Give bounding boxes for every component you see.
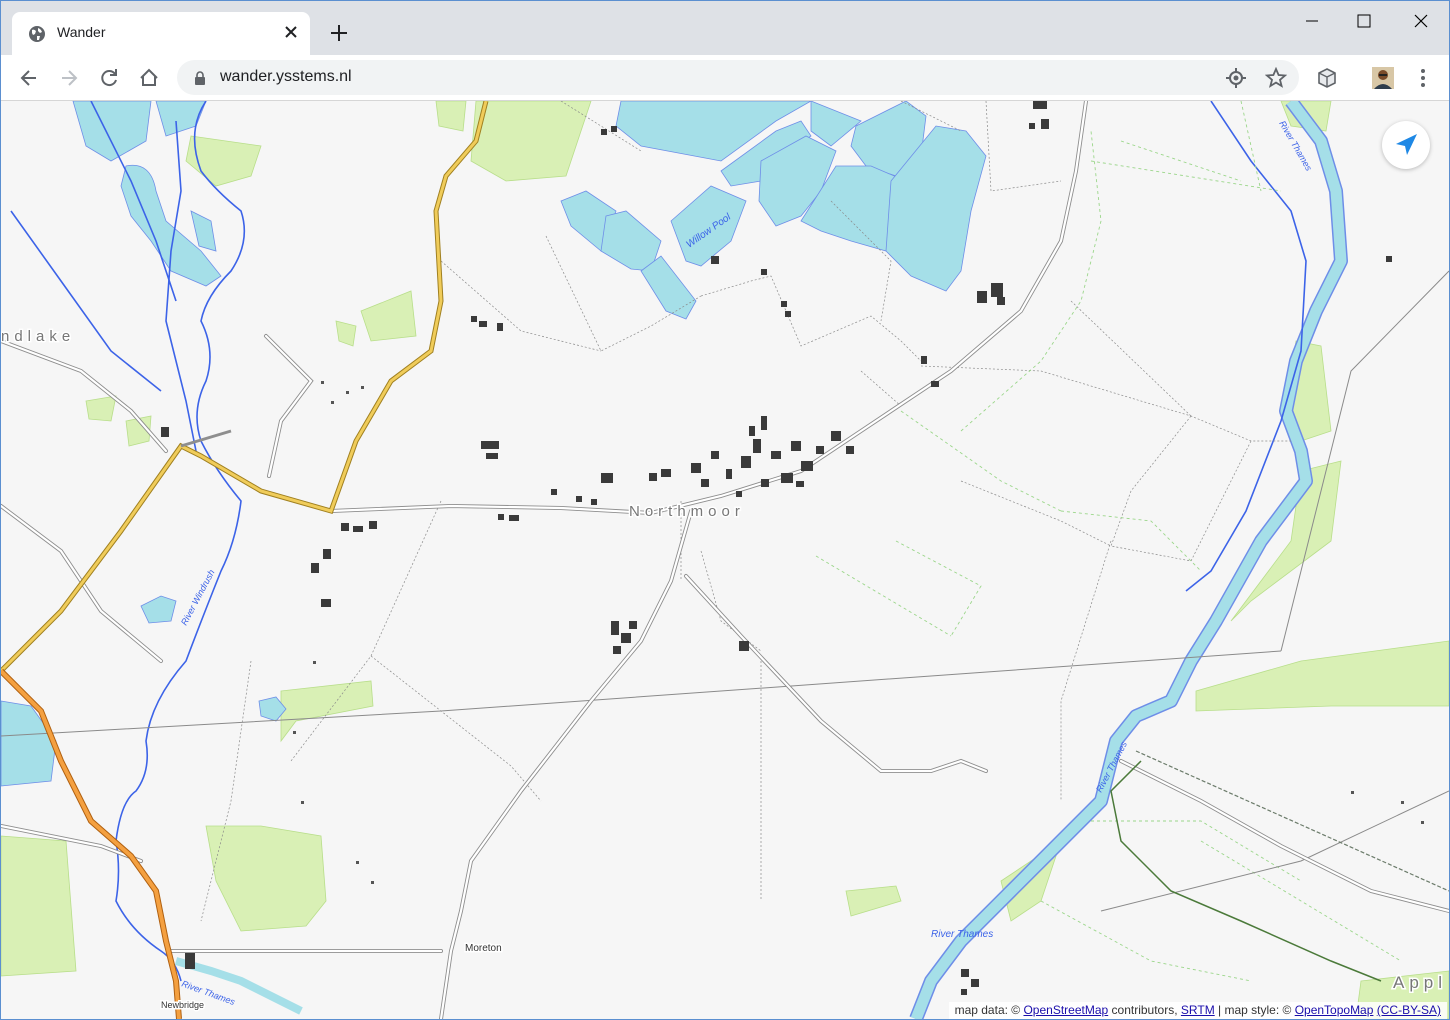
bookmark-star-icon[interactable] xyxy=(1265,67,1287,89)
tab-strip: Wander xyxy=(1,1,1449,55)
attribution-contributors: contributors, xyxy=(1111,1003,1178,1017)
label-northmoor: Northmoor xyxy=(629,503,745,520)
srtm-link[interactable]: SRTM xyxy=(1181,1003,1215,1017)
minimize-icon[interactable] xyxy=(1289,9,1335,35)
label-standlake: ndlake xyxy=(1,328,75,345)
topo-map[interactable]: Northmoor ndlake Moreton Newbridge Appl … xyxy=(1,101,1449,1019)
extension-cube-icon[interactable] xyxy=(1313,64,1341,92)
label-river-thames-bottom: River Thames xyxy=(931,929,993,940)
lock-icon[interactable] xyxy=(193,70,207,86)
locate-me-button[interactable] xyxy=(1382,121,1430,169)
opentopomap-link[interactable]: OpenTopoMap xyxy=(1295,1003,1374,1017)
map-canvas[interactable]: Northmoor ndlake Moreton Newbridge Appl … xyxy=(1,101,1449,1019)
attribution-prefix: map data: © xyxy=(954,1003,1021,1017)
attribution-style: | map style: © xyxy=(1218,1003,1292,1017)
label-newbridge: Newbridge xyxy=(161,1000,204,1010)
back-icon[interactable] xyxy=(15,64,43,92)
label-appleton: Appl xyxy=(1393,973,1447,992)
forward-icon[interactable] xyxy=(55,64,83,92)
tab-title: Wander xyxy=(57,24,106,40)
reload-icon[interactable] xyxy=(95,64,123,92)
openstreetmap-link[interactable]: OpenStreetMap xyxy=(1023,1003,1108,1017)
browser-toolbar: wander.ysstems.nl xyxy=(1,55,1449,101)
globe-icon xyxy=(29,26,45,42)
home-icon[interactable] xyxy=(135,64,163,92)
label-moreton: Moreton xyxy=(465,943,502,954)
new-tab-icon[interactable] xyxy=(327,21,351,45)
license-link[interactable]: (CC-BY-SA) xyxy=(1377,1003,1441,1017)
browser-window: Wander wander.ysstems.nl Northmoor ndlak… xyxy=(0,0,1450,1020)
close-window-icon[interactable] xyxy=(1398,9,1444,35)
tab-wander[interactable]: Wander xyxy=(12,12,310,55)
profile-avatar-icon[interactable] xyxy=(1369,64,1397,92)
navigation-arrow-icon xyxy=(1396,134,1417,155)
address-bar[interactable]: wander.ysstems.nl xyxy=(177,60,1299,95)
location-target-icon[interactable] xyxy=(1225,67,1247,89)
map-attribution: map data: © OpenStreetMap contributors, … xyxy=(948,1002,1447,1019)
url-text[interactable]: wander.ysstems.nl xyxy=(220,68,352,86)
close-tab-icon[interactable] xyxy=(282,23,300,41)
menu-kebab-icon[interactable] xyxy=(1409,64,1437,92)
maximize-icon[interactable] xyxy=(1341,9,1387,35)
